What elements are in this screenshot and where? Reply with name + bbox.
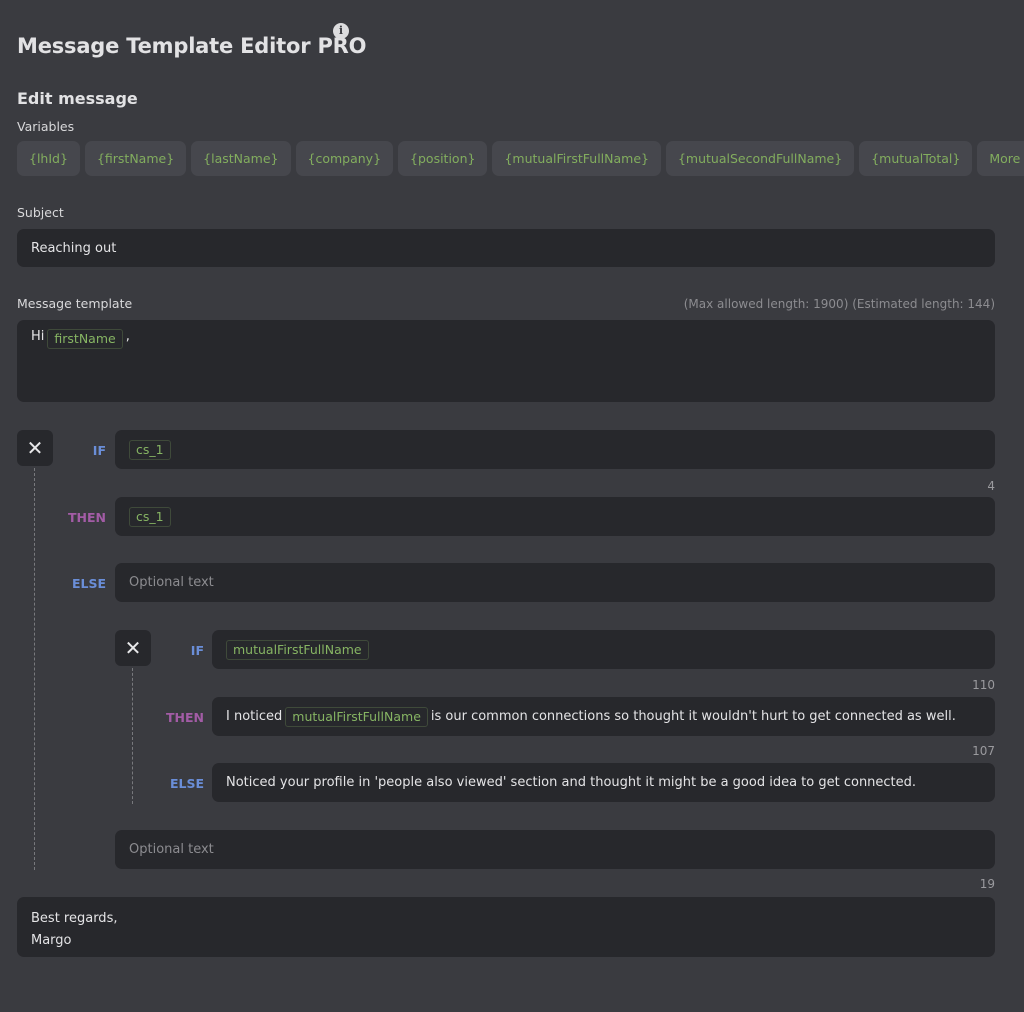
variable-chip-mutualsecondfullname[interactable]: {mutualSecondFullName}	[665, 141, 855, 176]
section-title: Edit message	[17, 89, 138, 108]
nested-if-label: IF	[190, 643, 204, 658]
template-prefix: Hi	[31, 329, 45, 344]
subject-label: Subject	[17, 205, 64, 220]
if-label: IF	[92, 443, 106, 458]
variable-chip-firstname[interactable]: {firstName}	[84, 141, 187, 176]
nested-if-variable-tag[interactable]: mutualFirstFullName	[226, 639, 369, 660]
then-variable-tag[interactable]: cs_1	[129, 506, 171, 527]
more-variables-button[interactable]: More •••	[977, 141, 1024, 176]
nested-if-input[interactable]: mutualFirstFullName	[212, 630, 995, 669]
footer-textarea[interactable]: Best regards, Margo	[17, 897, 995, 957]
after-condition-input[interactable]: Optional text	[115, 830, 995, 869]
nested-then-variable-tag[interactable]: mutualFirstFullName	[285, 706, 428, 727]
then-label: THEN	[68, 510, 106, 525]
else-placeholder: Optional text	[129, 575, 214, 590]
variable-chip-company[interactable]: {company}	[295, 141, 394, 176]
variable-chip-mutualtotal[interactable]: {mutualTotal}	[859, 141, 973, 176]
nested-then-suffix: is our common connections so thought it …	[430, 709, 956, 724]
footer-line-1: Best regards,	[31, 911, 118, 926]
template-suffix: ,	[125, 329, 130, 344]
template-textarea[interactable]: Hi firstName ,	[17, 320, 995, 402]
app-title: Message Template Editor PRO	[17, 34, 367, 58]
nested-then-counter: 110	[972, 678, 995, 692]
then-counter: 4	[987, 479, 995, 493]
nested-else-counter: 107	[972, 744, 995, 758]
length-note: (Max allowed length: 1900) (Estimated le…	[683, 297, 995, 311]
subject-value: Reaching out	[31, 240, 117, 256]
variable-chip-lhid[interactable]: {lhId}	[17, 141, 80, 176]
nested-then-input[interactable]: I noticed mutualFirstFullName is our com…	[212, 697, 995, 736]
then-input[interactable]: cs_1	[115, 497, 995, 536]
template-label: Message template	[17, 296, 133, 311]
template-variable-tag[interactable]: firstName	[47, 329, 123, 349]
after-condition-placeholder: Optional text	[129, 842, 214, 857]
variable-chips: {lhId} {firstName} {lastName} {company} …	[17, 141, 1024, 176]
variable-chip-mutualfirstfullname[interactable]: {mutualFirstFullName}	[492, 141, 661, 176]
variable-chip-lastname[interactable]: {lastName}	[191, 141, 291, 176]
variables-label: Variables	[17, 119, 75, 134]
info-icon[interactable]: i	[333, 23, 349, 39]
else-input[interactable]: Optional text	[115, 563, 995, 602]
if-variable-tag[interactable]: cs_1	[129, 439, 171, 460]
nested-else-text: Noticed your profile in 'people also vie…	[226, 775, 917, 790]
nested-connector-line	[132, 668, 133, 804]
else-label: ELSE	[71, 576, 106, 591]
nested-then-label: THEN	[166, 710, 204, 725]
subject-input[interactable]: Reaching out	[17, 229, 995, 267]
footer-counter: 19	[979, 877, 995, 891]
condition-connector-line	[34, 468, 35, 870]
more-label: More	[989, 151, 1021, 166]
if-input[interactable]: cs_1	[115, 430, 995, 469]
variable-chip-position[interactable]: {position}	[398, 141, 488, 176]
nested-then-prefix: I noticed	[226, 709, 283, 724]
nested-else-input[interactable]: Noticed your profile in 'people also vie…	[212, 763, 995, 802]
footer-line-2: Margo	[31, 933, 72, 948]
nested-else-label: ELSE	[169, 776, 204, 791]
